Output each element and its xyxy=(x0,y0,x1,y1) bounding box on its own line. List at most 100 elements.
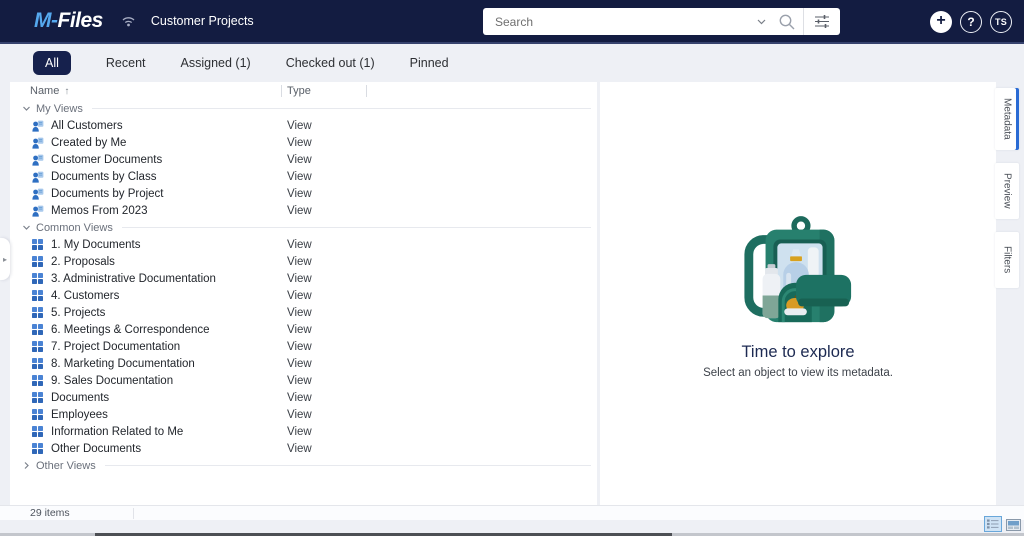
items-count: 29 items xyxy=(30,507,70,519)
list-item-information-related-to-me[interactable]: Information Related to Me View xyxy=(10,423,597,440)
personal-view-icon xyxy=(32,137,45,149)
group-header-other-views[interactable]: Other Views xyxy=(10,457,597,474)
item-name: All Customers xyxy=(51,119,123,132)
tab-pinned[interactable]: Pinned xyxy=(410,56,449,70)
item-name: 2. Proposals xyxy=(51,255,115,268)
list-item-9-sales-documentation[interactable]: 9. Sales Documentation View xyxy=(10,372,597,389)
common-view-icon xyxy=(32,443,45,454)
list-item-documents-by-class[interactable]: Documents by Class View xyxy=(10,168,597,185)
list-column-header: Name ↑ Type xyxy=(10,82,597,100)
search-icon[interactable] xyxy=(771,8,803,35)
list-item-documents[interactable]: Documents View xyxy=(10,389,597,406)
personal-view-icon xyxy=(32,188,45,200)
side-tab-preview[interactable]: Preview xyxy=(995,162,1019,219)
side-tab-filters[interactable]: Filters xyxy=(995,231,1019,288)
search-options-chevron-icon[interactable] xyxy=(751,8,771,35)
file-list-panel: Name ↑ Type My Views All Customers View Crea… xyxy=(10,82,597,505)
help-button[interactable]: ? xyxy=(960,11,982,33)
common-view-icon xyxy=(32,341,45,352)
group-divider-line xyxy=(121,227,591,228)
list-item-customer-documents[interactable]: Customer Documents View xyxy=(10,151,597,168)
item-name: Customer Documents xyxy=(51,153,163,166)
item-name: Created by Me xyxy=(51,136,127,149)
list-item-8-marketing-documentation[interactable]: 8. Marketing Documentation View xyxy=(10,355,597,372)
vault-name: Customer Projects xyxy=(150,14,254,28)
item-name: Documents by Class xyxy=(51,170,157,183)
tab-recent[interactable]: Recent xyxy=(106,56,146,70)
item-type: View xyxy=(287,323,312,336)
list-item-other-documents[interactable]: Other Documents View xyxy=(10,440,597,457)
item-name: 6. Meetings & Correspondence xyxy=(51,323,210,336)
top-actions: + ? TS xyxy=(930,0,1012,44)
common-view-icon xyxy=(32,324,45,335)
tab-checked-out-1[interactable]: Checked out (1) xyxy=(286,56,375,70)
thumbnails-view-icon[interactable] xyxy=(1005,518,1022,532)
item-name: Documents xyxy=(51,391,110,404)
item-type: View xyxy=(287,153,312,166)
list-item-memos-from-2023[interactable]: Memos From 2023 View xyxy=(10,202,597,219)
list-item-employees[interactable]: Employees View xyxy=(10,406,597,423)
mfiles-logo: M-Files xyxy=(34,9,103,32)
group-label: Common Views xyxy=(36,221,113,234)
chevron-down-icon xyxy=(22,223,32,232)
common-view-icon xyxy=(32,426,45,437)
group-header-common-views[interactable]: Common Views xyxy=(10,219,597,236)
item-name: Other Documents xyxy=(51,442,142,455)
search-bar[interactable] xyxy=(483,8,840,35)
common-view-icon xyxy=(32,375,45,386)
list-item-2-proposals[interactable]: 2. Proposals View xyxy=(10,253,597,270)
list-item-all-customers[interactable]: All Customers View xyxy=(10,117,597,134)
group-divider-line xyxy=(91,108,591,109)
common-view-icon xyxy=(32,239,45,250)
right-side-tabs: Metadata Preview Filters xyxy=(995,88,1021,288)
item-name: 1. My Documents xyxy=(51,238,141,251)
item-type: View xyxy=(287,442,312,455)
column-divider[interactable] xyxy=(366,85,367,97)
common-view-icon xyxy=(32,392,45,403)
tab-all[interactable]: All xyxy=(33,51,71,75)
tab-assigned-1[interactable]: Assigned (1) xyxy=(181,56,251,70)
group-header-my-views[interactable]: My Views xyxy=(10,100,597,117)
item-name: Documents by Project xyxy=(51,187,164,200)
item-type: View xyxy=(287,204,312,217)
item-type: View xyxy=(287,170,312,183)
column-header-name[interactable]: Name ↑ xyxy=(30,85,69,97)
status-bar: 29 items xyxy=(0,505,1024,520)
side-tab-metadata[interactable]: Metadata xyxy=(995,88,1019,150)
personal-view-icon xyxy=(32,171,45,183)
item-type: View xyxy=(287,391,312,404)
view-mode-toggles xyxy=(984,516,1022,532)
list-item-6-meetings-correspondence[interactable]: 6. Meetings & Correspondence View xyxy=(10,321,597,338)
filter-sliders-icon[interactable] xyxy=(804,8,840,35)
item-type: View xyxy=(287,136,312,149)
item-type: View xyxy=(287,255,312,268)
item-name: 4. Customers xyxy=(51,289,120,302)
flyout-expander-icon[interactable]: ▸ xyxy=(0,238,10,280)
common-view-icon xyxy=(32,409,45,420)
list-item-4-customers[interactable]: 4. Customers View xyxy=(10,287,597,304)
create-new-button[interactable]: + xyxy=(930,11,952,33)
user-avatar[interactable]: TS xyxy=(990,11,1012,33)
personal-view-icon xyxy=(32,205,45,217)
list-item-documents-by-project[interactable]: Documents by Project View xyxy=(10,185,597,202)
list-item-1-my-documents[interactable]: 1. My Documents View xyxy=(10,236,597,253)
list-item-created-by-me[interactable]: Created by Me View xyxy=(10,134,597,151)
connection-status-icon xyxy=(121,15,136,28)
common-view-icon xyxy=(32,358,45,369)
item-type: View xyxy=(287,238,312,251)
group-label: Other Views xyxy=(36,459,96,472)
item-type: View xyxy=(287,289,312,302)
column-divider[interactable] xyxy=(281,85,282,97)
search-input[interactable] xyxy=(483,8,751,35)
item-name: Memos From 2023 xyxy=(51,204,148,217)
list-item-7-project-documentation[interactable]: 7. Project Documentation View xyxy=(10,338,597,355)
group-label: My Views xyxy=(36,102,83,115)
details-view-icon[interactable] xyxy=(984,516,1002,532)
column-header-type[interactable]: Type xyxy=(287,85,311,97)
list-item-3-administrative-documentation[interactable]: 3. Administrative Documentation View xyxy=(10,270,597,287)
common-view-icon xyxy=(32,307,45,318)
item-name: 9. Sales Documentation xyxy=(51,374,174,387)
list-item-5-projects[interactable]: 5. Projects View xyxy=(10,304,597,321)
top-bar: M-Files Customer Projects Search + ? TS xyxy=(0,0,1024,44)
item-name: Information Related to Me xyxy=(51,425,184,438)
